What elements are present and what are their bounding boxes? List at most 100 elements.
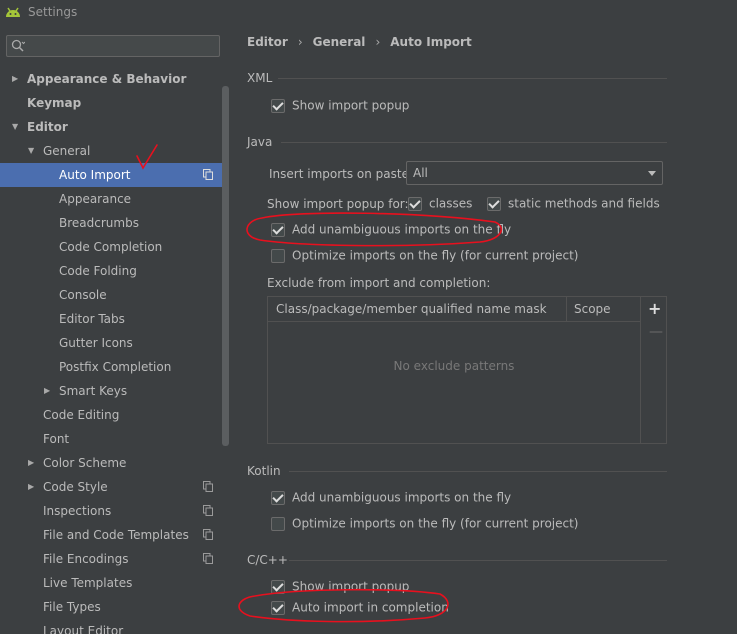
sidebar-item-breadcrumbs[interactable]: Breadcrumbs [0,211,222,235]
sidebar-item-file-encodings[interactable]: File Encodings [0,547,222,571]
sidebar-item-file-types[interactable]: File Types [0,595,222,619]
project-scope-icon [203,529,213,540]
sidebar-item-editor-tabs[interactable]: Editor Tabs [0,307,222,331]
java-static-methods-checkbox[interactable]: static methods and fields [487,195,660,213]
sidebar-item-appearance[interactable]: Appearance [0,187,222,211]
sidebar-scrollbar[interactable] [222,86,229,446]
sidebar-item-keymap[interactable]: Keymap [0,91,222,115]
checkbox-box[interactable] [487,196,501,211]
cpp-auto-import-completion-checkbox[interactable]: Auto import in completion [271,599,449,617]
chevron-right-icon: › [375,35,381,49]
checkbox-box[interactable] [408,196,422,211]
sidebar-item-editor[interactable]: ▼ Editor [0,115,222,139]
chevron-down-icon[interactable]: ▼ [28,139,38,163]
chevron-down-icon[interactable]: ▼ [12,115,22,139]
window-title: Settings [28,5,78,19]
sidebar-item-label: Postfix Completion [59,360,172,374]
kotlin-add-unambiguous-checkbox[interactable]: Add unambiguous imports on the fly [271,489,511,507]
settings-tree: ▶ Appearance & Behavior Keymap ▼ Editor ▼ Gene… [0,67,222,634]
sidebar-item-label: Code Style [43,480,108,494]
sidebar-item-layout-editor[interactable]: Layout Editor [0,619,222,634]
checkbox-box[interactable] [271,222,285,237]
sidebar-item-general[interactable]: ▼ General [0,139,222,163]
sidebar-item-label: Code Folding [59,264,137,278]
sidebar-item-label: Appearance & Behavior [27,72,187,86]
checkbox-box[interactable] [271,248,285,263]
checkbox-box[interactable] [271,490,285,505]
sidebar-item-label: Breadcrumbs [59,216,139,230]
sidebar-item-live-templates[interactable]: Live Templates [0,571,222,595]
sidebar-item-label: Appearance [59,192,132,206]
checkbox-box[interactable] [271,579,285,594]
checkbox-box[interactable] [271,516,285,531]
sidebar-item-code-editing[interactable]: Code Editing [0,403,222,427]
section-divider [289,560,667,561]
insert-imports-dropdown[interactable]: All [406,161,663,185]
android-icon [6,7,20,17]
add-icon[interactable]: + [648,301,661,317]
sidebar-item-code-completion[interactable]: Code Completion [0,235,222,259]
sidebar-item-code-style[interactable]: ▶ Code Style [0,475,222,499]
sidebar-item-label: Live Templates [43,576,133,590]
project-scope-icon [203,553,213,564]
sidebar-item-label: File Encodings [43,552,129,566]
sidebar-item-appearance-behavior[interactable]: ▶ Appearance & Behavior [0,67,222,91]
title-bar: Settings [0,0,737,24]
search-icon [11,39,25,52]
chevron-right-icon[interactable]: ▶ [12,67,22,91]
sidebar-item-color-scheme[interactable]: ▶ Color Scheme [0,451,222,475]
kotlin-optimize-imports-checkbox[interactable]: Optimize imports on the fly (for current… [271,515,578,533]
breadcrumb-item-general[interactable]: General [313,35,366,49]
column-header-scope[interactable]: Scope [574,302,611,316]
chevron-right-icon[interactable]: ▶ [28,451,38,475]
section-title-xml: XML [247,71,273,85]
section-title-cpp: C/C++ [247,553,288,567]
sidebar-item-label: File and Code Templates [43,528,189,542]
exclude-patterns-table: Class/package/member qualified name mask… [267,296,667,444]
sidebar-item-label: Editor Tabs [59,312,125,326]
settings-content: Editor › General › Auto Import XML Show impo… [231,24,737,634]
chevron-right-icon[interactable]: ▶ [28,475,38,499]
settings-sidebar: ▶ Appearance & Behavior Keymap ▼ Editor ▼ Gene… [0,24,230,634]
sidebar-item-smart-keys[interactable]: ▶ Smart Keys [0,379,222,403]
sidebar-item-inspections[interactable]: Inspections [0,499,222,523]
sidebar-item-gutter-icons[interactable]: Gutter Icons [0,331,222,355]
cpp-show-import-popup-checkbox[interactable]: Show import popup [271,578,409,596]
checkbox-box[interactable] [271,98,285,113]
sidebar-item-file-and-code-templates[interactable]: File and Code Templates [0,523,222,547]
column-header-mask[interactable]: Class/package/member qualified name mask [276,302,547,316]
table-toolbar: + — [640,297,667,443]
java-optimize-imports-checkbox[interactable]: Optimize imports on the fly (for current… [271,247,578,265]
sidebar-item-label: Code Completion [59,240,163,254]
sidebar-item-console[interactable]: Console [0,283,222,307]
table-header: Class/package/member qualified name mask… [268,297,640,322]
sidebar-item-label: Code Editing [43,408,120,422]
sidebar-item-label: Font [43,432,70,446]
section-divider [289,471,667,472]
java-add-unambiguous-checkbox[interactable]: Add unambiguous imports on the fly [271,221,511,239]
java-classes-checkbox[interactable]: classes [408,195,472,213]
breadcrumb: Editor › General › Auto Import [247,35,472,49]
sidebar-item-code-folding[interactable]: Code Folding [0,259,222,283]
breadcrumb-item-editor[interactable]: Editor [247,35,288,49]
column-divider [566,297,567,321]
section-divider [278,78,667,79]
remove-icon[interactable]: — [649,325,663,339]
sidebar-item-font[interactable]: Font [0,427,222,451]
xml-show-import-popup-checkbox[interactable]: Show import popup [271,97,409,115]
insert-imports-label: Insert imports on paste: [269,167,414,181]
settings-search-input[interactable] [6,35,220,57]
sidebar-item-label: Color Scheme [43,456,127,470]
sidebar-item-label: File Types [43,600,101,614]
breadcrumb-item-auto-import: Auto Import [390,35,472,49]
chevron-down-icon [648,171,656,176]
chevron-right-icon: › [297,35,303,49]
sidebar-item-label: Console [59,288,107,302]
checkbox-box[interactable] [271,600,285,615]
sidebar-item-postfix-completion[interactable]: Postfix Completion [0,355,222,379]
chevron-right-icon[interactable]: ▶ [44,379,54,403]
section-title-java: Java [247,135,273,149]
sidebar-item-auto-import[interactable]: Auto Import [0,163,222,187]
section-divider [281,142,667,143]
section-title-kotlin: Kotlin [247,464,281,478]
